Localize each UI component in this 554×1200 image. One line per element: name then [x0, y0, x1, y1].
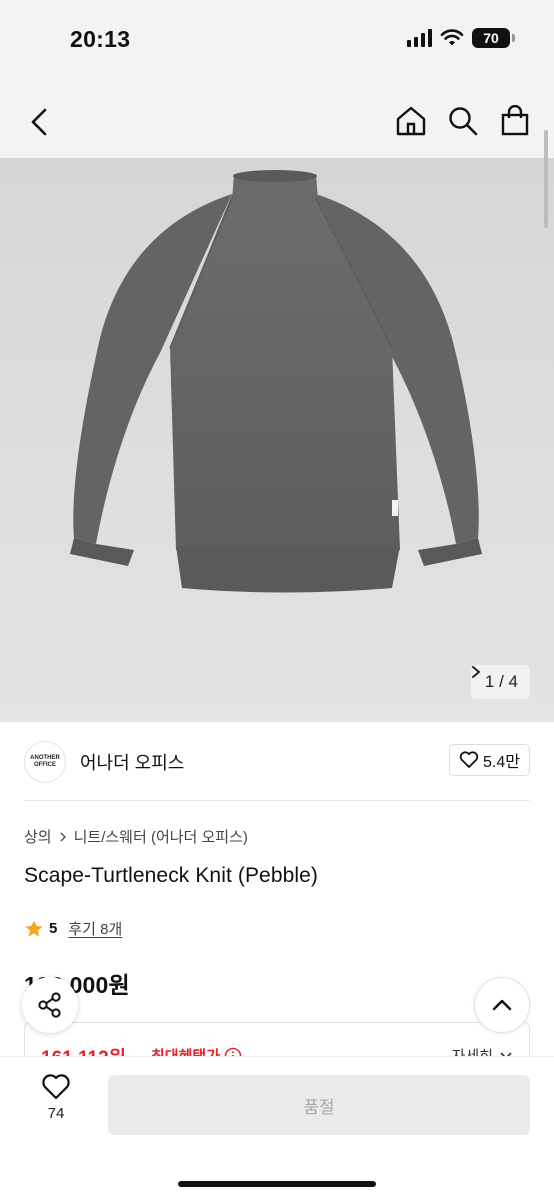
status-bar: 20:13 70: [0, 0, 554, 84]
rating-score: 5: [49, 920, 58, 937]
image-counter[interactable]: 1 / 4: [470, 665, 530, 699]
back-button[interactable]: [20, 102, 60, 142]
breadcrumb: 상의 니트/스웨터 (어나더 오피스): [24, 826, 248, 847]
product-image-carousel[interactable]: 1 / 4: [0, 158, 554, 722]
brand-like-count: 5.4만: [483, 754, 520, 771]
chevron-up-icon: [492, 999, 512, 1011]
cart-button[interactable]: [498, 102, 532, 140]
product-image: [70, 170, 482, 593]
back-icon: [31, 108, 47, 136]
battery-indicator: 70: [472, 28, 515, 48]
nav-actions: [394, 102, 532, 140]
share-button[interactable]: [22, 977, 78, 1033]
chevron-right-icon: [471, 666, 480, 678]
share-icon: [38, 992, 61, 1018]
scroll-top-button[interactable]: [474, 977, 530, 1033]
brand-logo[interactable]: ANOTHER OFFICE: [24, 741, 66, 783]
search-button[interactable]: [446, 102, 480, 140]
search-icon: [449, 107, 478, 136]
heart-icon: [459, 751, 479, 768]
signal-icon: [407, 29, 432, 47]
sold-out-button[interactable]: 품절: [108, 1075, 530, 1135]
bag-icon: [501, 105, 529, 136]
breadcrumb-level2[interactable]: 니트/스웨터 (어나더 오피스): [74, 826, 248, 847]
divider: [24, 800, 530, 801]
scroll-indicator: [544, 130, 548, 228]
wish-button[interactable]: 74: [30, 1073, 82, 1137]
home-icon: [396, 106, 426, 136]
heart-icon: [42, 1074, 70, 1100]
image-counter-text: 1 / 4: [484, 672, 518, 691]
brand-row[interactable]: ANOTHER OFFICE 어나더 오피스 5.4만: [24, 738, 530, 786]
product-detail-page: 20:13 70 1 / 4 ANOTHER OFFICE 어나더 오피스 5.…: [0, 0, 554, 1200]
wish-count: 74: [47, 1105, 65, 1122]
brand-name[interactable]: 어나더 오피스: [80, 749, 184, 775]
review-link[interactable]: 후기 8개: [68, 918, 122, 939]
status-time: 20:13: [70, 26, 131, 52]
brand-logo-line2: OFFICE: [34, 762, 56, 768]
brand-logo-line1: ANOTHER: [30, 755, 60, 761]
nav-header: [0, 84, 554, 158]
home-button[interactable]: [394, 102, 428, 140]
bottom-action-bar: 74 품절: [0, 1056, 554, 1200]
star-icon: [25, 920, 43, 937]
rating-row: 5 후기 8개: [24, 918, 122, 939]
breadcrumb-level1[interactable]: 상의: [24, 826, 52, 847]
wifi-icon: [440, 29, 464, 46]
product-title: Scape-Turtleneck Knit (Pebble): [24, 864, 319, 887]
home-indicator: [178, 1181, 376, 1187]
status-icons: 70: [407, 28, 515, 48]
chevron-right-icon: [60, 831, 66, 842]
brand-like-button[interactable]: 5.4만: [449, 744, 530, 776]
